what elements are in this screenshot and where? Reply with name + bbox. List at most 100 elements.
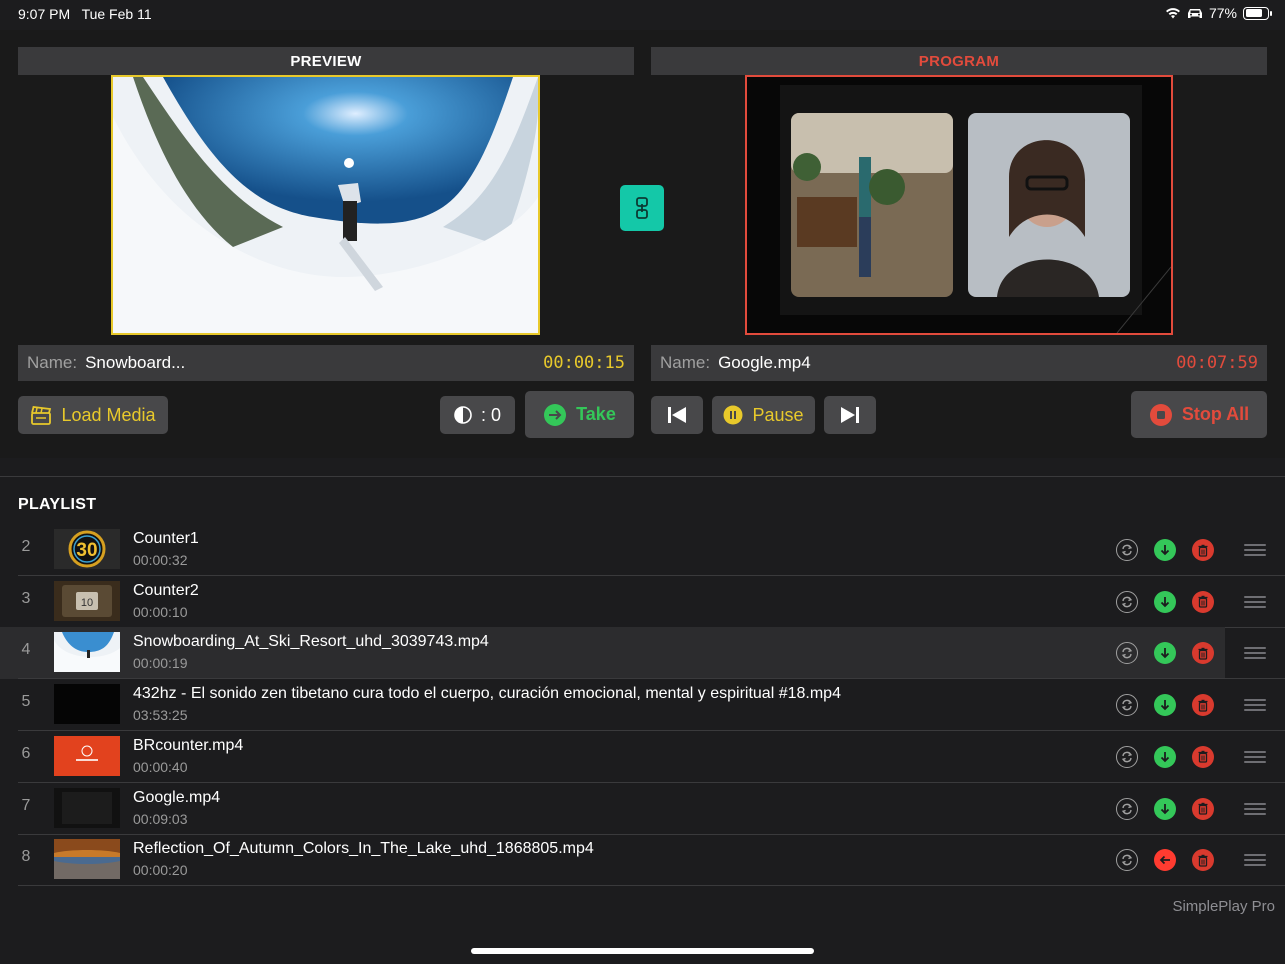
pause-circle-icon xyxy=(723,405,743,425)
pause-button[interactable]: Pause xyxy=(712,396,815,434)
drag-handle-icon[interactable] xyxy=(1244,595,1266,608)
playlist-row[interactable]: 5 432hz - El sonido zen tibetano cura tod… xyxy=(0,679,1285,732)
repeat-icon[interactable] xyxy=(1116,797,1138,820)
stop-all-button[interactable]: Stop All xyxy=(1131,391,1267,438)
program-video-tile-left xyxy=(791,113,953,297)
status-time: 9:07 PM xyxy=(18,6,71,22)
row-number: 7 xyxy=(21,796,31,814)
row-number: 6 xyxy=(21,744,31,762)
program-video-image xyxy=(747,77,1171,333)
preview-name: Snowboard... xyxy=(85,353,186,372)
status-right: 77% xyxy=(1165,5,1272,21)
next-button[interactable] xyxy=(824,396,876,434)
program-name-label: Name: xyxy=(660,353,711,372)
drag-handle-icon[interactable] xyxy=(1244,647,1266,660)
row-number: 4 xyxy=(21,641,31,659)
row-title: Counter1 xyxy=(133,530,199,547)
arrow-down-icon[interactable] xyxy=(1154,539,1176,561)
trash-icon[interactable] xyxy=(1192,849,1214,872)
row-title: Google.mp4 xyxy=(133,788,221,806)
row-title: Reflection_Of_Autumn_Colors_In_The_Lake_… xyxy=(133,840,594,858)
contrast-icon xyxy=(454,406,472,424)
row-duration: 00:00:40 xyxy=(133,758,188,775)
row-duration: 03:53:25 xyxy=(133,707,188,724)
arrow-down-icon[interactable] xyxy=(1154,590,1176,613)
row-number: 8 xyxy=(21,848,31,866)
row-thumbnail xyxy=(54,839,120,880)
playlist-row[interactable]: 3 10 Counter2 00:00:10 xyxy=(0,576,1285,628)
trash-icon[interactable] xyxy=(1192,539,1214,561)
link-swap-icon xyxy=(636,197,648,219)
swap-button[interactable] xyxy=(620,185,664,231)
preview-video[interactable] xyxy=(111,75,540,335)
svg-text:10: 10 xyxy=(81,597,93,609)
drag-handle-icon[interactable] xyxy=(1244,854,1266,867)
playlist-row[interactable]: 6 BRcounter.mp4 00:00:40 xyxy=(0,731,1285,783)
transition-button[interactable]: : 0 xyxy=(440,396,515,434)
wifi-icon xyxy=(1165,8,1180,19)
program-header: PROGRAM xyxy=(651,47,1267,75)
row-thumbnail xyxy=(54,787,120,828)
status-bar: 9:07 PM Tue Feb 11 77% xyxy=(0,0,1285,30)
repeat-icon[interactable] xyxy=(1116,849,1138,872)
row-thumbnail xyxy=(54,684,120,725)
playlist-row[interactable]: 8 Reflection_Of_Autumn_Colors_In_The_Lake… xyxy=(0,834,1285,887)
battery-icon xyxy=(1243,6,1272,20)
repeat-icon[interactable] xyxy=(1116,694,1138,717)
drag-handle-icon[interactable] xyxy=(1244,544,1266,556)
playlist-row[interactable]: 7 Google.mp4 00:09:03 xyxy=(0,783,1285,835)
previous-button[interactable] xyxy=(651,396,703,434)
trash-icon[interactable] xyxy=(1192,694,1214,717)
transition-value: : 0 xyxy=(480,404,501,425)
preview-name-bar: Name: Snowboard... 00:00:15 xyxy=(18,345,634,381)
trash-icon[interactable] xyxy=(1192,745,1214,768)
row-title: 432hz - El sonido zen tibetano cura todo… xyxy=(133,685,841,703)
repeat-icon[interactable] xyxy=(1116,590,1138,613)
preview-snowboard-image xyxy=(113,77,538,333)
take-label: Take xyxy=(576,404,616,424)
row-number: 5 xyxy=(21,693,31,711)
arrow-down-icon[interactable] xyxy=(1154,745,1176,768)
load-media-button[interactable]: Load Media xyxy=(18,396,168,434)
program-name-bar: Name: Google.mp4 00:07:59 xyxy=(651,345,1267,381)
repeat-icon[interactable] xyxy=(1116,539,1138,561)
arrow-down-icon[interactable] xyxy=(1154,694,1176,717)
trash-icon[interactable] xyxy=(1192,797,1214,820)
svg-text:30: 30 xyxy=(76,540,97,561)
playlist-row[interactable]: 4 Snowboarding_At_Ski_Resort_uhd_3039743.… xyxy=(0,627,1285,680)
take-button[interactable]: Take xyxy=(525,391,634,438)
row-thumbnail xyxy=(54,735,120,776)
clapperboard-icon xyxy=(31,406,52,425)
battery-percent: 77% xyxy=(1208,5,1237,21)
row-title: Counter2 xyxy=(133,581,199,599)
preview-timecode: 00:00:15 xyxy=(543,353,625,373)
row-duration: 00:00:10 xyxy=(133,603,188,620)
drag-handle-icon[interactable] xyxy=(1244,699,1266,712)
row-duration: 00:09:03 xyxy=(133,810,188,827)
preview-name-label: Name: xyxy=(27,353,78,372)
skip-back-icon xyxy=(668,407,686,423)
drag-handle-icon[interactable] xyxy=(1244,802,1266,815)
repeat-icon[interactable] xyxy=(1116,745,1138,768)
home-indicator[interactable] xyxy=(471,948,814,954)
row-duration: 00:00:20 xyxy=(133,862,188,879)
monitor-section: PREVIEW Name: Snowboard... 00:00:15 PROG… xyxy=(0,30,1285,458)
preview-header: PREVIEW xyxy=(18,47,634,75)
car-icon xyxy=(1187,9,1202,18)
row-number: 2 xyxy=(21,538,31,555)
row-duration: 00:00:19 xyxy=(133,655,188,672)
section-divider xyxy=(0,476,1285,477)
drag-handle-icon[interactable] xyxy=(1244,750,1266,763)
stop-all-label: Stop All xyxy=(1181,404,1250,424)
program-video[interactable] xyxy=(745,75,1173,335)
playlist-row[interactable]: 2 30 Counter1 00:00:32 xyxy=(0,524,1285,576)
playlist-title: PLAYLIST xyxy=(18,496,97,513)
row-separator xyxy=(18,885,1285,887)
arrow-left-icon[interactable] xyxy=(1154,849,1176,872)
arrow-right-circle-icon xyxy=(544,403,567,426)
row-number: 3 xyxy=(21,589,31,607)
trash-icon[interactable] xyxy=(1192,590,1214,613)
program-timecode: 00:07:59 xyxy=(1176,353,1258,373)
arrow-down-icon[interactable] xyxy=(1154,797,1176,820)
pause-label: Pause xyxy=(752,404,804,425)
